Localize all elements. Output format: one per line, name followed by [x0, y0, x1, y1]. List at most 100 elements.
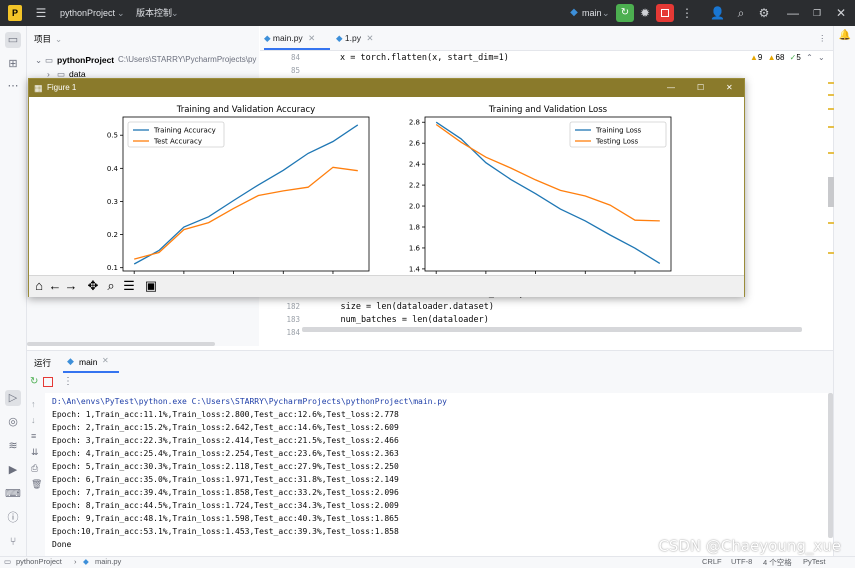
y-tick-label: 2.6	[409, 140, 421, 148]
gear-icon[interactable]: ⚙	[757, 5, 771, 21]
code-line: num_batches = len(dataloader)	[320, 315, 489, 325]
trash-icon[interactable]: 🗑	[31, 479, 42, 490]
minimize-icon[interactable]: —	[786, 5, 800, 21]
run-config-selector[interactable]: main	[582, 6, 602, 20]
console-line: Epoch: 5,Train_acc:30.3%,Train_loss:2.11…	[52, 462, 399, 471]
figure-maximize-button[interactable]: ☐	[697, 79, 704, 97]
console-line: Epoch: 8,Train_acc:44.5%,Train_loss:1.72…	[52, 501, 399, 510]
project-root-path: C:\Users\STARRY\PycharmProjects\py	[118, 55, 257, 64]
chart-title: Training and Validation Loss	[488, 105, 608, 115]
left-tool-strip: ▭ ⊞ ⋯ ▷ ◎ ≋ ▶ ⌨ ⓘ ⑂	[0, 26, 27, 556]
close-tab-icon[interactable]: ✕	[366, 33, 373, 43]
print-icon[interactable]: ⎙	[31, 463, 38, 474]
console-scrollbar[interactable]	[828, 393, 833, 538]
chevron-up-icon[interactable]: ⌃	[806, 53, 813, 62]
back-arrow-icon[interactable]: ←	[47, 278, 63, 294]
project-root-name[interactable]: pythonProject	[57, 54, 114, 66]
y-tick-label: 0.2	[107, 231, 118, 239]
add-user-icon[interactable]: 👤	[710, 5, 725, 21]
project-pane-title[interactable]: 项目	[34, 33, 51, 45]
line-separator[interactable]: CRLF	[702, 557, 722, 566]
python-file-icon: ◆	[336, 33, 343, 43]
folder-icon: ▭	[45, 55, 54, 65]
arrow-up-icon[interactable]: ↑	[31, 399, 36, 409]
expand-arrow-icon[interactable]: ⌄	[35, 54, 42, 66]
figure-window[interactable]: ▦ Figure 1 — ☐ ✕ Training and Validation…	[28, 78, 745, 297]
debug-icon[interactable]: ✹	[638, 5, 652, 21]
stop-icon[interactable]	[43, 377, 53, 387]
close-tab-icon[interactable]: ✕	[308, 33, 315, 43]
stop-button[interactable]	[656, 4, 674, 22]
structure-icon[interactable]: ⊞	[5, 56, 21, 72]
git-icon[interactable]: ⑂	[5, 534, 21, 550]
more-actions-icon[interactable]: ⋮	[63, 376, 73, 387]
tab-label: 1.py	[344, 33, 361, 43]
breadcrumb-file[interactable]: main.py	[95, 557, 121, 566]
tab-1-py[interactable]: ◆ 1.py ✕	[336, 26, 396, 50]
legend: Training Loss Testing Loss	[569, 121, 667, 148]
project-scrollbar[interactable]	[27, 342, 215, 346]
chevron-down-icon[interactable]: ⌄	[818, 53, 825, 62]
tab-main-py[interactable]: ◆ main.py ✕	[264, 26, 330, 50]
figure-title-bar[interactable]: ▦ Figure 1 — ☐ ✕	[29, 79, 744, 97]
figure-app-icon: ▦	[34, 83, 43, 93]
tab-options-icon[interactable]: ⋮	[818, 26, 827, 50]
chevron-down-icon: ⌄	[55, 34, 63, 44]
console-line: Epoch: 3,Train_acc:22.3%,Train_loss:2.41…	[52, 436, 399, 445]
notifications-icon[interactable]: 🔔	[838, 30, 852, 44]
search-icon[interactable]: ⌕	[734, 5, 748, 21]
weak-warning-count: 68	[775, 53, 785, 62]
run-tab-main[interactable]: main	[79, 357, 97, 367]
python-packages-icon[interactable]: ◎	[5, 414, 21, 430]
rerun-icon[interactable]: ↻	[30, 376, 38, 387]
editor-hscrollbar[interactable]	[302, 327, 802, 332]
services-icon[interactable]: ▶	[5, 462, 21, 478]
app-logo-icon: P	[8, 5, 22, 21]
terminal-icon[interactable]: ⌨	[5, 486, 21, 502]
main-menu-icon[interactable]: ☰	[34, 5, 48, 21]
rerun-button[interactable]: ↻	[616, 4, 634, 22]
weak-warning-icon: ▲	[767, 53, 776, 62]
console-line: Epoch: 7,Train_acc:39.4%,Train_loss:1.85…	[52, 488, 399, 497]
breadcrumb-project[interactable]: pythonProject	[16, 557, 62, 566]
python-file-icon: ◆	[83, 557, 89, 566]
figure-close-button[interactable]: ✕	[726, 79, 733, 97]
close-tab-icon[interactable]: ✕	[102, 356, 109, 365]
console-line: Done	[52, 540, 72, 549]
warning-icon: ▲	[750, 53, 758, 62]
save-figure-icon[interactable]: ▣	[143, 278, 159, 294]
legend: Training Accuracy Test Accuracy	[127, 121, 225, 148]
project-selector[interactable]: pythonProject	[60, 6, 115, 20]
legend-label: Training Loss	[595, 127, 642, 135]
vcs-menu[interactable]: 版本控制	[136, 6, 172, 20]
scroll-end-icon[interactable]: ⇊	[31, 447, 39, 458]
restore-icon[interactable]: ❐	[810, 5, 824, 21]
square-icon: ▭	[4, 557, 12, 566]
python-icon: ◆	[570, 7, 578, 18]
file-encoding[interactable]: UTF-8	[731, 557, 752, 566]
layers-icon[interactable]: ≋	[5, 438, 21, 454]
home-icon[interactable]: ⌂	[31, 278, 47, 294]
configure-subplots-icon[interactable]: ☰	[121, 278, 137, 294]
problems-icon[interactable]: ⓘ	[5, 510, 21, 526]
run-tool-icon[interactable]: ▷	[5, 390, 21, 406]
error-stripe[interactable]	[828, 82, 834, 282]
soft-wrap-icon[interactable]: ≡	[31, 431, 36, 441]
legend-label: Training Accuracy	[153, 127, 216, 135]
interpreter-selector[interactable]: PyTest	[803, 557, 826, 566]
forward-arrow-icon[interactable]: →	[63, 278, 79, 294]
y-tick-label: 0.3	[107, 198, 118, 206]
legend-label: Test Accuracy	[153, 138, 202, 146]
figure-minimize-button[interactable]: —	[667, 79, 675, 97]
more-actions-icon[interactable]: ⋮	[680, 5, 694, 21]
console-output[interactable]: D:\An\envs\PyTest\python.exe C:\Users\ST…	[46, 393, 828, 556]
more-tools-icon[interactable]: ⋯	[5, 78, 21, 94]
zoom-icon[interactable]: ⌕	[103, 278, 119, 294]
indent-setting[interactable]: 4 个空格	[763, 557, 792, 568]
figure-canvas: Training and Validation Accuracy024680.1…	[107, 105, 672, 274]
close-icon[interactable]: ✕	[834, 5, 848, 21]
inspection-widget[interactable]: ▲9 ▲68 ✓5 ⌃ ⌄	[750, 53, 825, 62]
arrow-down-icon[interactable]: ↓	[31, 415, 36, 425]
folder-icon[interactable]: ▭	[5, 32, 21, 48]
pan-icon[interactable]: ✥	[85, 278, 101, 294]
